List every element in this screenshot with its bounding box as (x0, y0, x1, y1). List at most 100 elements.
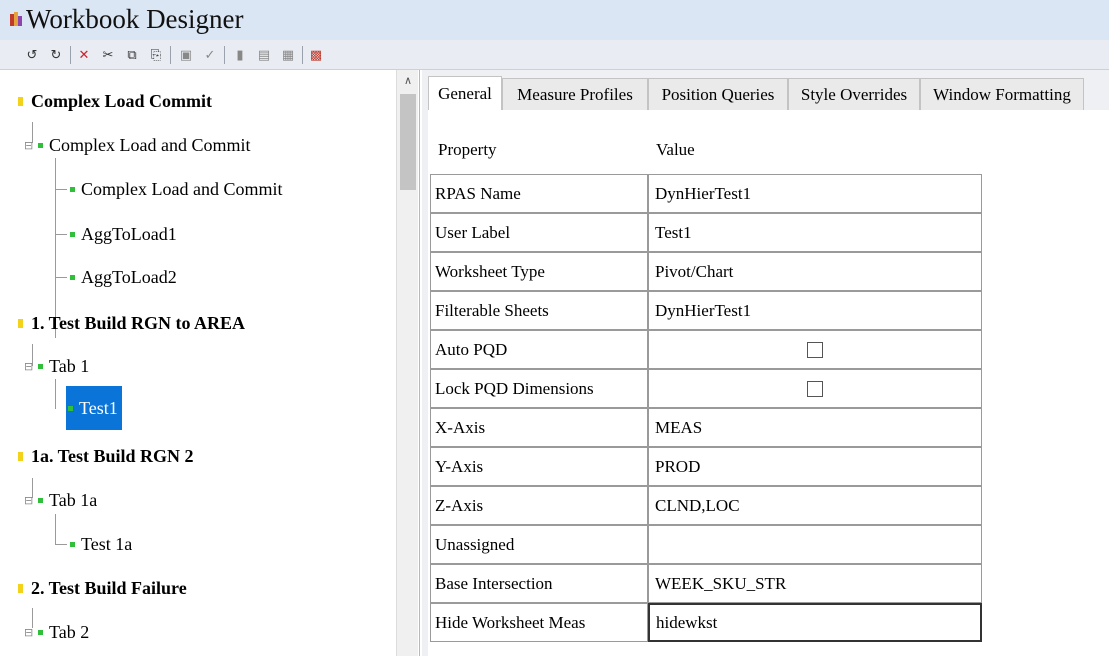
property-name-cell: User Label (430, 213, 648, 252)
grid-icon[interactable]: ▦ (278, 45, 298, 65)
property-value-cell[interactable]: PROD (648, 447, 982, 486)
tree-connector (55, 189, 67, 190)
tree-folder[interactable]: 1. Test Build RGN to AREA (18, 310, 245, 336)
tree-item[interactable]: AggToLoad1 (70, 221, 177, 247)
tree-group[interactable]: ⊟ Complex Load and Commit (24, 132, 250, 158)
header-property: Property (438, 140, 497, 159)
tree-connector (55, 277, 67, 278)
tree-connector (55, 234, 67, 235)
folder-marker-icon (18, 583, 23, 593)
property-name-cell: Z-Axis (430, 486, 648, 525)
tree-label: AggToLoad2 (81, 266, 177, 287)
tree-label: 2. Test Build Failure (31, 577, 187, 598)
property-name-cell: Hide Worksheet Meas (430, 603, 648, 642)
tab-general[interactable]: General (428, 76, 502, 111)
tree-item[interactable]: AggToLoad2 (70, 264, 177, 290)
tile-icon[interactable]: ▮ (230, 45, 250, 65)
app-icon (10, 12, 22, 26)
tab-position-queries[interactable]: Position Queries (648, 78, 788, 110)
tree-label: Test1 (79, 397, 118, 418)
property-value-cell[interactable]: CLND,LOC (648, 486, 982, 525)
tree-label: 1a. Test Build RGN 2 (31, 445, 194, 466)
tree-label: Test 1a (81, 533, 133, 554)
property-value-cell[interactable] (648, 330, 982, 369)
tree-label: Tab 2 (49, 621, 90, 642)
copy-icon[interactable]: ⧉ (122, 45, 142, 65)
toolbar-separator (170, 46, 171, 64)
item-marker-icon (70, 541, 75, 547)
item-marker-icon (70, 274, 75, 280)
item-marker-icon (38, 497, 43, 503)
property-name-cell: Y-Axis (430, 447, 648, 486)
tree-item[interactable]: Test 1a (70, 531, 132, 557)
collapse-icon[interactable]: ⊟ (24, 626, 36, 639)
property-name-cell: X-Axis (430, 408, 648, 447)
tree-group[interactable]: ⊟ Tab 1 (24, 353, 89, 379)
checkbox[interactable] (807, 341, 823, 358)
tree-group[interactable]: ⊟ Tab 1a (24, 487, 97, 513)
collapse-icon[interactable]: ⊟ (24, 139, 36, 152)
wizard-icon[interactable]: ▩ (306, 45, 326, 65)
tree-label: Tab 1a (49, 489, 98, 510)
item-marker-icon (38, 629, 43, 635)
property-value-cell[interactable]: Test1 (648, 213, 982, 252)
tree-item[interactable]: Complex Load and Commit (70, 176, 282, 202)
image-icon[interactable]: ▣ (176, 45, 196, 65)
tab-style-overrides[interactable]: Style Overrides (788, 78, 920, 110)
tree-folder[interactable]: 1a. Test Build RGN 2 (18, 443, 194, 469)
tree-label: Complex Load and Commit (49, 134, 251, 155)
tree-connector (55, 514, 56, 544)
tree-label: Complex Load Commit (31, 90, 212, 111)
property-name-cell: RPAS Name (430, 174, 648, 213)
collapse-icon[interactable]: ⊟ (24, 360, 36, 373)
scroll-up-icon[interactable]: ∧ (397, 74, 419, 90)
property-value-cell[interactable]: WEEK_SKU_STR (648, 564, 982, 603)
paste-icon[interactable]: ⎘ (146, 45, 166, 65)
toolbar-separator (70, 46, 71, 64)
toolbar-separator (224, 46, 225, 64)
property-value-cell[interactable] (648, 525, 982, 564)
delete-icon[interactable]: ✕ (74, 45, 94, 65)
header-value: Value (656, 140, 695, 159)
undo-icon[interactable]: ↺ (22, 45, 42, 65)
tab-window-formatting[interactable]: Window Formatting (920, 78, 1084, 110)
workbook-tree[interactable]: Complex Load Commit ⊟ Complex Load and C… (0, 70, 420, 656)
tree-scrollbar[interactable]: ∧ (396, 70, 418, 656)
item-marker-icon (70, 186, 75, 192)
property-name-cell: Filterable Sheets (430, 291, 648, 330)
tree-label: Tab 1 (49, 355, 90, 376)
window-title: Workbook Designer (26, 4, 244, 34)
property-value-cell[interactable]: DynHierTest1 (648, 291, 982, 330)
property-name-cell: Base Intersection (430, 564, 648, 603)
folder-marker-icon (18, 451, 23, 461)
toolbar: ↺ ↻ ✕ ✂ ⧉ ⎘ ▣ ✓ ▮ ▤ ▦ ▩ (0, 40, 1109, 70)
item-marker-icon (68, 405, 73, 411)
item-marker-icon (38, 142, 43, 148)
tab-measure-profiles[interactable]: Measure Profiles (502, 78, 648, 110)
tree-label: Complex Load and Commit (81, 178, 283, 199)
toolbar-separator (302, 46, 303, 64)
property-value-cell[interactable]: DynHierTest1 (648, 174, 982, 213)
tree-folder[interactable]: 2. Test Build Failure (18, 575, 187, 601)
tree-label: 1. Test Build RGN to AREA (31, 312, 246, 333)
property-name-cell: Auto PQD (430, 330, 648, 369)
property-name-cell: Lock PQD Dimensions (430, 369, 648, 408)
check-icon[interactable]: ✓ (200, 45, 220, 65)
title-bar: Workbook Designer (0, 0, 1109, 40)
folder-marker-icon (18, 96, 23, 106)
cut-icon[interactable]: ✂ (98, 45, 118, 65)
property-value-cell[interactable] (648, 369, 982, 408)
scroll-thumb[interactable] (400, 94, 416, 190)
tree-group[interactable]: ⊟ Tab 2 (24, 619, 89, 645)
tree-item-selected[interactable]: Test1 (66, 386, 122, 430)
property-value-cell[interactable]: MEAS (648, 408, 982, 447)
checkbox[interactable] (807, 380, 823, 397)
redo-icon[interactable]: ↻ (46, 45, 66, 65)
tree-folder[interactable]: Complex Load Commit (18, 88, 212, 114)
folder-marker-icon (18, 318, 23, 328)
property-value-cell[interactable]: hidewkst (648, 603, 982, 642)
arrange-icon[interactable]: ▤ (254, 45, 274, 65)
collapse-icon[interactable]: ⊟ (24, 494, 36, 507)
tree-label: AggToLoad1 (81, 223, 177, 244)
property-value-cell[interactable]: Pivot/Chart (648, 252, 982, 291)
